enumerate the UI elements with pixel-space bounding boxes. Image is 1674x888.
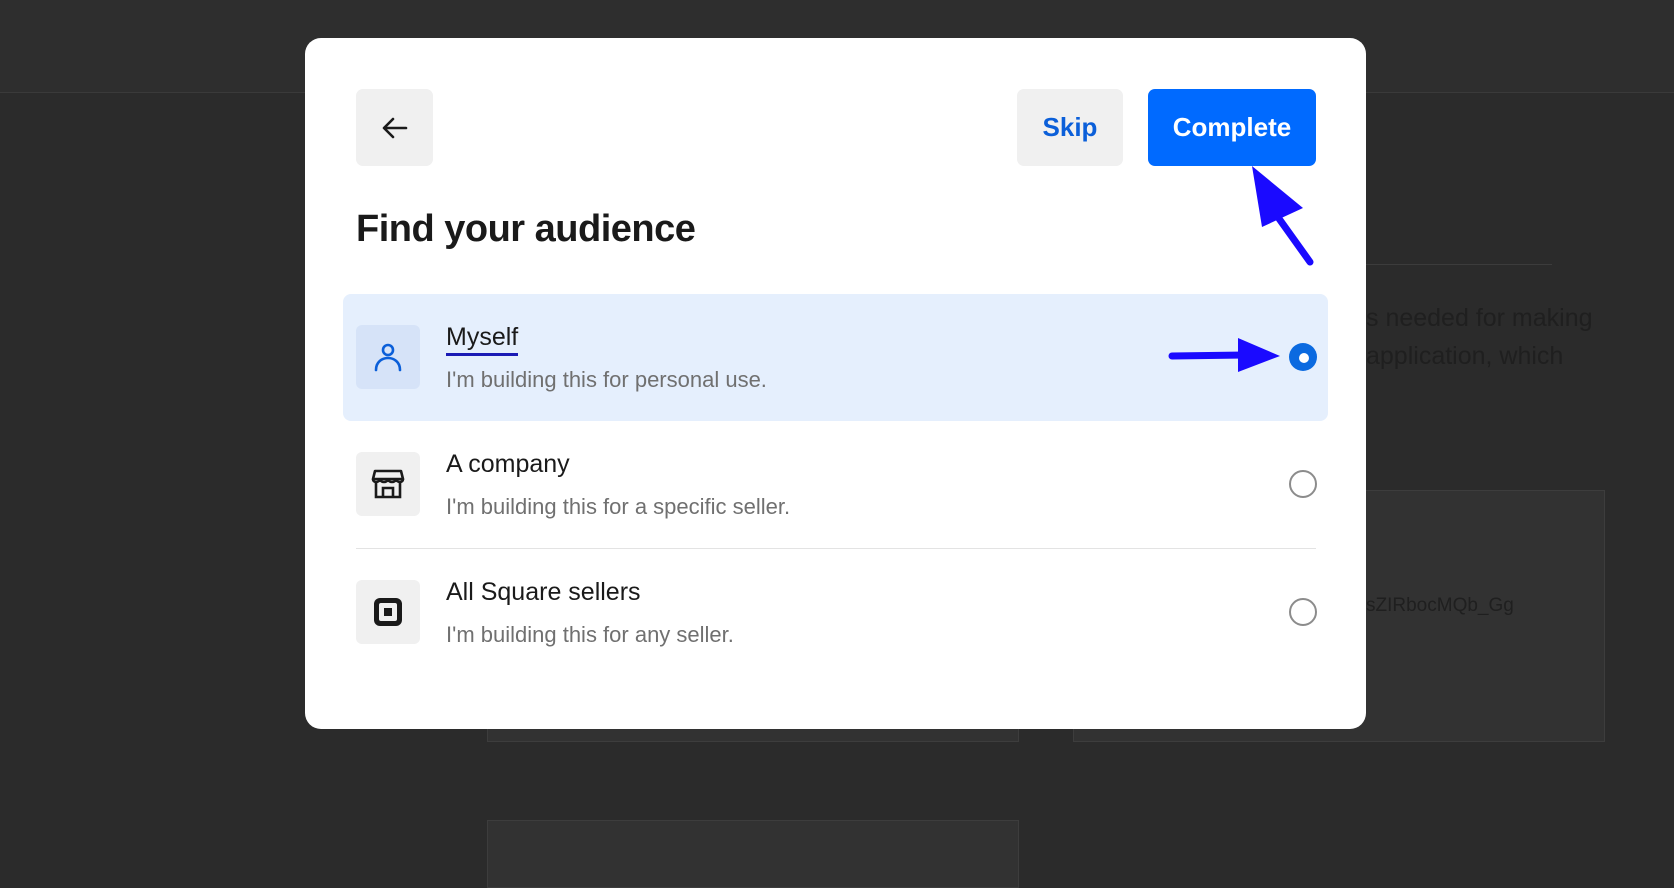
arrow-left-icon [382, 117, 407, 138]
option-description: I'm building this for any seller. [446, 622, 734, 647]
person-icon [356, 325, 420, 389]
back-button[interactable] [356, 89, 433, 166]
option-myself[interactable]: Myself I'm building this for personal us… [343, 294, 1328, 421]
option-description: I'm building this for personal use. [446, 367, 767, 392]
background-key-text: sZIRbocMQb_Gg [1366, 595, 1514, 616]
radio-all-square-sellers[interactable] [1289, 598, 1317, 626]
audience-modal: Skip Complete Find your audience Myself … [305, 38, 1366, 729]
option-label: Myself [446, 323, 519, 356]
option-company[interactable]: A company I'm building this for a specif… [343, 421, 1328, 548]
option-all-square-sellers[interactable]: All Square sellers I'm building this for… [343, 549, 1328, 676]
option-label: A company [446, 450, 570, 478]
storefront-icon [356, 452, 420, 516]
radio-company[interactable] [1289, 470, 1317, 498]
option-label: All Square sellers [446, 578, 641, 606]
square-logo-icon [356, 580, 420, 644]
modal-title: Find your audience [356, 208, 696, 250]
background-text-line-1: s needed for making [1366, 304, 1593, 332]
background-text-line-2: application, which [1366, 342, 1564, 370]
background-card-bottom [487, 820, 1019, 888]
complete-button[interactable]: Complete [1148, 89, 1316, 166]
option-description: I'm building this for a specific seller. [446, 494, 791, 519]
radio-myself[interactable] [1289, 343, 1317, 371]
skip-button[interactable]: Skip [1017, 89, 1123, 166]
